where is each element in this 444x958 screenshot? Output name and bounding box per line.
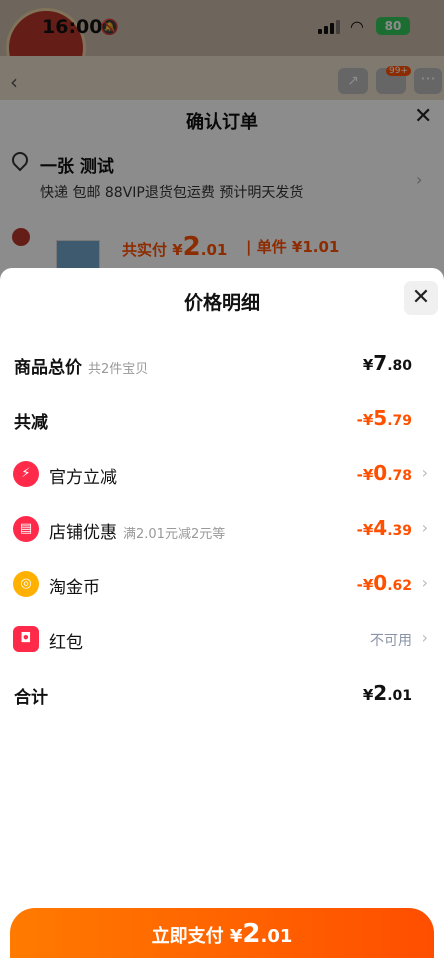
pay-dec: .01 xyxy=(260,926,293,947)
pay-label: 立即支付 ¥ xyxy=(151,926,243,947)
pay-int: 2 xyxy=(242,919,261,949)
row-note: 共2件宝贝 xyxy=(88,362,149,377)
row-taobao-coins[interactable]: ◎ 淘金币 -¥0.62 › xyxy=(0,563,444,603)
row-value: -¥5.79 xyxy=(356,406,412,430)
row-label: 店铺优惠 满2.01元减2元等 xyxy=(49,523,226,543)
row-label: 官方立减 xyxy=(49,468,117,488)
chevron-right-icon: › xyxy=(421,463,428,482)
pay-now-button[interactable]: 立即支付 ¥2.01 xyxy=(10,908,434,958)
row-value: ¥7.80 xyxy=(362,351,412,375)
chevron-right-icon: › xyxy=(421,518,428,537)
row-shop-discount[interactable]: ▤ 店铺优惠 满2.01元减2元等 -¥4.39 › xyxy=(0,508,444,548)
sheet-title: 价格明细 xyxy=(183,292,260,314)
row-label: 共减 xyxy=(14,413,48,433)
red-packet-icon: ◘ xyxy=(13,626,39,652)
row-label: 红包 xyxy=(49,633,83,653)
row-value: -¥0.62 xyxy=(356,571,412,595)
chevron-right-icon: › xyxy=(421,628,428,647)
row-label: 合计 xyxy=(14,688,48,708)
row-value: -¥0.78 xyxy=(356,461,412,485)
row-goods-total: 商品总价 共2件宝贝 ¥7.80 xyxy=(0,343,444,383)
row-value: -¥4.39 xyxy=(356,516,412,540)
row-official-discount[interactable]: ⚡ 官方立减 -¥0.78 › xyxy=(0,453,444,493)
row-red-packet[interactable]: ◘ 红包 不可用 › xyxy=(0,618,444,658)
shop-icon: ▤ xyxy=(13,516,39,542)
row-label: 商品总价 共2件宝贝 xyxy=(14,358,149,378)
row-total-discount: 共减 -¥5.79 xyxy=(0,398,444,438)
lightning-icon: ⚡ xyxy=(13,461,39,487)
chevron-right-icon: › xyxy=(421,573,428,592)
row-label: 淘金币 xyxy=(49,578,100,598)
coin-icon: ◎ xyxy=(13,571,39,597)
close-button[interactable]: ✕ xyxy=(404,281,438,315)
row-value: ¥2.01 xyxy=(362,681,412,705)
row-grand-total: 合计 ¥2.01 xyxy=(0,673,444,713)
row-note: 满2.01元减2元等 xyxy=(123,527,226,542)
row-value: 不可用 xyxy=(370,633,412,649)
